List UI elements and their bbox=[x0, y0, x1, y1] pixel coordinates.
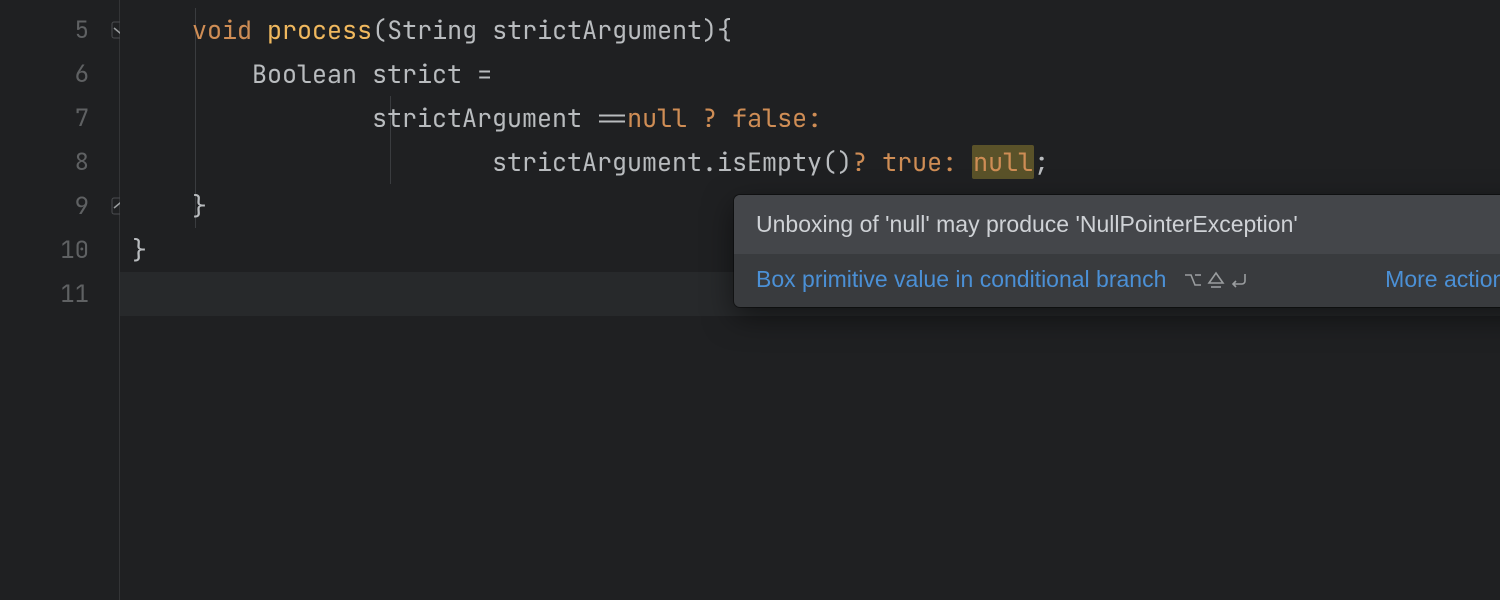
more-actions-link[interactable]: More actions... bbox=[1385, 266, 1500, 293]
line-number: 5 bbox=[75, 15, 89, 46]
keyword-false: false bbox=[732, 101, 807, 135]
assign-op: = bbox=[477, 57, 492, 91]
gutter: 5 6 7 8 9 10 11 bbox=[0, 0, 120, 600]
line-number: 9 bbox=[75, 191, 89, 222]
method-call: isEmpty bbox=[717, 145, 822, 179]
keyword-true: true bbox=[882, 145, 942, 179]
semicolon: ; bbox=[1034, 145, 1049, 179]
quick-fix-action[interactable]: Box primitive value in conditional branc… bbox=[756, 266, 1166, 293]
line-number: 6 bbox=[75, 59, 89, 90]
ternary-colon: : bbox=[942, 145, 957, 179]
shortcut-opt-shift-enter bbox=[1182, 270, 1250, 290]
identifier: strictArgument bbox=[372, 101, 582, 135]
gutter-line: 11 bbox=[0, 272, 119, 316]
keyword-null: null bbox=[627, 101, 687, 135]
paren-open: ( bbox=[372, 13, 387, 47]
gutter-line: 8 bbox=[0, 140, 119, 184]
brace-close: } bbox=[192, 189, 207, 223]
brace-close: } bbox=[132, 233, 147, 267]
brace-open: { bbox=[717, 13, 732, 47]
code-line[interactable]: strictArgument == null ? false : bbox=[120, 96, 1500, 140]
code-line[interactable]: Boolean strict = bbox=[120, 52, 1500, 96]
warning-highlight-null[interactable]: null bbox=[972, 145, 1034, 179]
dot-op: . bbox=[702, 145, 717, 179]
ternary-qmark: ? bbox=[852, 145, 867, 179]
line-number: 8 bbox=[75, 147, 89, 178]
type-boolean: Boolean bbox=[252, 57, 357, 91]
gutter-line: 10 bbox=[0, 228, 119, 272]
line-number: 11 bbox=[60, 279, 89, 310]
keyword-void: void bbox=[192, 13, 252, 47]
code-line[interactable]: void process ( String strictArgument ) { bbox=[120, 8, 1500, 52]
type-string: String bbox=[387, 13, 477, 47]
paren-close: ) bbox=[702, 13, 717, 47]
gutter-line: 7 bbox=[0, 96, 119, 140]
var-name: strict bbox=[372, 57, 462, 91]
param-name: strictArgument bbox=[492, 13, 702, 47]
line-number: 7 bbox=[75, 103, 89, 134]
gutter-line: 5 bbox=[0, 8, 119, 52]
ternary-qmark: ? bbox=[702, 101, 717, 135]
gutter-line: 6 bbox=[0, 52, 119, 96]
identifier: strictArgument bbox=[492, 145, 702, 179]
ternary-colon: : bbox=[807, 101, 822, 135]
code-editor[interactable]: 5 6 7 8 9 10 11 bbox=[0, 0, 1500, 600]
gutter-line: 9 bbox=[0, 184, 119, 228]
code-line[interactable]: strictArgument . isEmpty () ? true : nul… bbox=[120, 140, 1500, 184]
eq-op: == bbox=[597, 101, 627, 135]
inspection-title-row: Unboxing of 'null' may produce 'NullPoin… bbox=[734, 195, 1500, 254]
line-number: 10 bbox=[60, 235, 89, 266]
call-parens: () bbox=[822, 145, 852, 179]
code-area[interactable]: void process ( String strictArgument ) {… bbox=[120, 0, 1500, 600]
method-name: process bbox=[267, 13, 372, 47]
inspection-title: Unboxing of 'null' may produce 'NullPoin… bbox=[756, 211, 1298, 238]
inspection-actions-row: Box primitive value in conditional branc… bbox=[734, 254, 1500, 307]
inspection-popup: Unboxing of 'null' may produce 'NullPoin… bbox=[734, 195, 1500, 307]
